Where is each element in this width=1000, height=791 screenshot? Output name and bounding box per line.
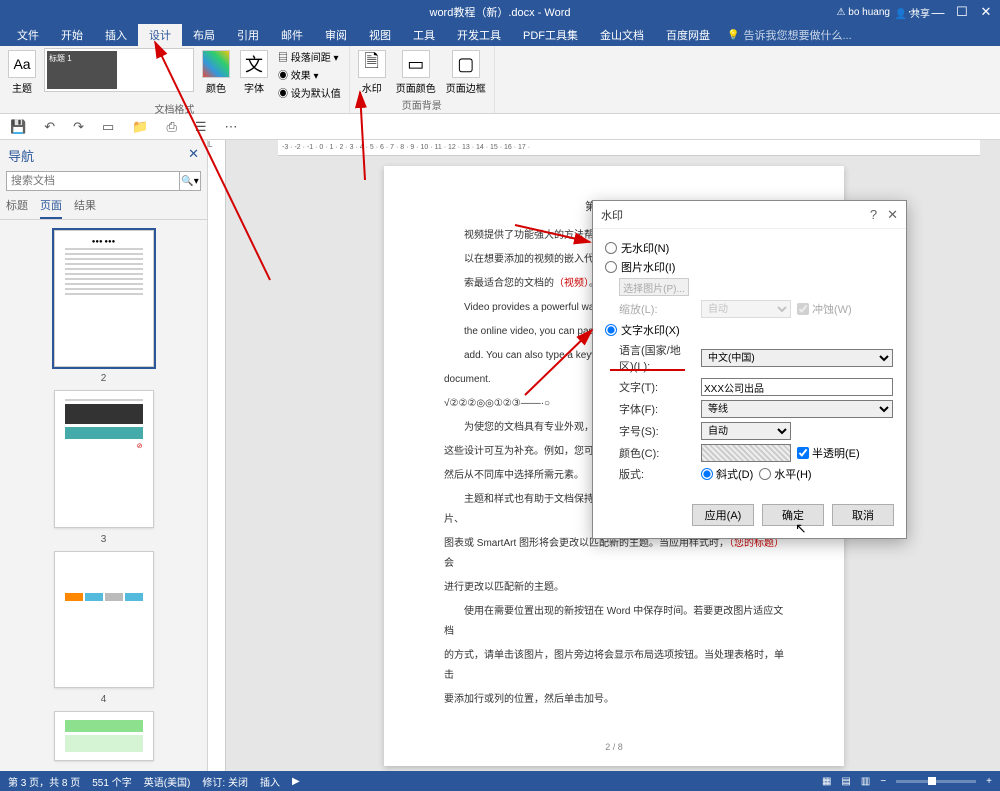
paragraph-spacing-button[interactable]: ▤ 段落间距 ▾ xyxy=(276,48,343,65)
page-color-button[interactable]: ▭ 页面颜色 xyxy=(394,48,438,97)
navigation-pane: 导航 ✕ 🔍▾ 标题 页面 结果 ●●● ●●● 2 ⊘ 3 xyxy=(0,140,208,771)
close-icon[interactable]: ✕ xyxy=(978,4,994,20)
ribbon-tabs: 文件 开始 插入 设计 布局 引用 邮件 审阅 视图 工具 开发工具 PDF工具… xyxy=(0,24,1000,46)
search-icon[interactable]: 🔍▾ xyxy=(179,171,201,191)
washout-checkbox xyxy=(797,303,809,315)
font-select[interactable]: 等线 xyxy=(701,400,893,418)
new-icon[interactable]: ▭ xyxy=(102,119,114,135)
nav-title: 导航 xyxy=(8,146,34,165)
tab-home[interactable]: 开始 xyxy=(50,24,94,46)
apply-button[interactable]: 应用(A) xyxy=(692,504,754,526)
tab-mailings[interactable]: 邮件 xyxy=(270,24,314,46)
page-border-button[interactable]: ▢ 页面边框 xyxy=(444,48,488,97)
minimize-icon[interactable]: — xyxy=(930,5,946,20)
semitransparent-checkbox[interactable] xyxy=(797,447,809,459)
select-picture-button: 选择图片(P)... xyxy=(619,278,689,296)
tab-baidu[interactable]: 百度网盘 xyxy=(655,24,721,46)
watermark-icon: 🗎 xyxy=(358,50,386,78)
save-icon[interactable]: 💾 xyxy=(10,119,26,135)
page-thumbnails: ●●● ●●● 2 ⊘ 3 4 xyxy=(0,220,207,771)
ribbon-options-icon[interactable]: ⋯ xyxy=(906,4,922,20)
page-color-icon: ▭ xyxy=(402,50,430,78)
status-page[interactable]: 第 3 页，共 8 页 xyxy=(8,774,80,789)
status-bar: 第 3 页，共 8 页 551 个字 英语(美国) 修订: 关闭 插入 ▶ ▦ … xyxy=(0,771,1000,791)
touch-icon[interactable]: ☰ xyxy=(195,119,207,135)
zoom-in-icon[interactable]: + xyxy=(986,776,992,787)
diagonal-radio[interactable]: 斜式(D) xyxy=(701,466,753,482)
cursor-icon: ↖ xyxy=(795,520,807,537)
tab-tools[interactable]: 工具 xyxy=(402,24,446,46)
nav-tab-heading[interactable]: 标题 xyxy=(6,197,28,219)
watermark-button[interactable]: 🗎 水印 xyxy=(356,48,388,97)
cancel-button[interactable]: 取消 xyxy=(832,504,894,526)
thumbnail-page[interactable] xyxy=(54,711,154,761)
tab-layout[interactable]: 布局 xyxy=(182,24,226,46)
nav-tab-results[interactable]: 结果 xyxy=(74,197,96,219)
user-name[interactable]: ⚠ bo huang xyxy=(837,7,890,18)
themes-button[interactable]: Aa 主题 xyxy=(6,48,38,97)
style-gallery[interactable]: 标题 1 xyxy=(44,48,194,92)
watermark-dialog: 水印 ? ✕ 无水印(N) 图片水印(I) 选择图片(P)... 缩放(L): … xyxy=(592,200,907,539)
status-macro-icon[interactable]: ▶ xyxy=(292,776,300,787)
ok-button[interactable]: 确定 xyxy=(762,504,824,526)
no-watermark-radio[interactable]: 无水印(N) xyxy=(605,240,894,256)
group-format-label: 文档格式 xyxy=(6,101,343,118)
redo-icon[interactable]: ↷ xyxy=(73,119,84,135)
thumbnail-page[interactable] xyxy=(54,551,154,688)
print-icon[interactable]: ⎙ xyxy=(166,119,176,135)
tab-review[interactable]: 审阅 xyxy=(314,24,358,46)
page-number: 2 / 8 xyxy=(384,738,844,756)
vertical-ruler[interactable]: L xyxy=(208,140,226,771)
dialog-help-icon[interactable]: ? xyxy=(870,207,877,223)
effects-button[interactable]: ◉ 效果 ▾ xyxy=(276,66,343,83)
nav-search-input[interactable] xyxy=(6,171,179,191)
horizontal-ruler[interactable]: -3 · -2 · -1 · 0 · 1 · 2 · 3 · 4 · 5 · 6… xyxy=(278,140,980,156)
tab-kingsoft[interactable]: 金山文档 xyxy=(589,24,655,46)
status-insert[interactable]: 插入 xyxy=(260,774,280,789)
tab-references[interactable]: 引用 xyxy=(226,24,270,46)
set-default-button[interactable]: ◉ 设为默认值 xyxy=(276,84,343,101)
tab-design[interactable]: 设计 xyxy=(138,24,182,46)
view-print-icon[interactable]: ▤ xyxy=(841,776,850,787)
view-web-icon[interactable]: ▥ xyxy=(861,776,870,787)
text-input[interactable] xyxy=(701,378,893,396)
zoom-out-icon[interactable]: − xyxy=(880,776,886,787)
page-border-icon: ▢ xyxy=(452,50,480,78)
open-icon[interactable]: 📁 xyxy=(132,119,148,135)
maximize-icon[interactable]: ☐ xyxy=(954,4,970,20)
thumbnail-page[interactable]: ⊘ xyxy=(54,390,154,527)
nav-tab-pages[interactable]: 页面 xyxy=(40,197,62,219)
tab-file[interactable]: 文件 xyxy=(6,24,50,46)
thumbnail-page[interactable]: ●●● ●●● xyxy=(54,230,154,367)
picture-watermark-radio[interactable]: 图片水印(I) xyxy=(605,259,894,275)
title-bar: word教程（新）.docx - Word ⚠ bo huang 👤 共享 ⋯ … xyxy=(0,0,1000,24)
undo-icon[interactable]: ↶ xyxy=(44,119,55,135)
view-read-icon[interactable]: ▦ xyxy=(822,776,831,787)
more-icon[interactable]: ⋯ xyxy=(225,119,238,135)
scale-select: 自动 xyxy=(701,300,791,318)
dialog-title: 水印 xyxy=(601,207,623,223)
status-words[interactable]: 551 个字 xyxy=(92,774,131,789)
tab-view[interactable]: 视图 xyxy=(358,24,402,46)
tab-developer[interactable]: 开发工具 xyxy=(446,24,512,46)
nav-close-icon[interactable]: ✕ xyxy=(188,146,199,165)
fonts-button[interactable]: 文 字体 xyxy=(238,48,270,97)
tab-insert[interactable]: 插入 xyxy=(94,24,138,46)
color-select[interactable] xyxy=(701,444,791,462)
tell-me-search[interactable]: 告诉我您想要做什么... xyxy=(727,24,1000,46)
dialog-close-icon[interactable]: ✕ xyxy=(887,207,898,223)
status-revise[interactable]: 修订: 关闭 xyxy=(202,774,248,789)
colors-button[interactable]: 颜色 xyxy=(200,48,232,97)
horizontal-radio[interactable]: 水平(H) xyxy=(759,466,811,482)
app-title: word教程（新）.docx - Word xyxy=(430,4,571,20)
size-select[interactable]: 自动 xyxy=(701,422,791,440)
text-watermark-radio[interactable]: 文字水印(X) xyxy=(605,322,894,338)
ribbon-body: Aa 主题 标题 1 颜色 文 字体 ▤ 段落间距 ▾ ◉ 效果 ▾ ◉ 设为默… xyxy=(0,46,1000,114)
group-background-label: 页面背景 xyxy=(356,97,488,114)
zoom-slider[interactable] xyxy=(896,780,976,783)
status-lang[interactable]: 英语(美国) xyxy=(144,774,191,789)
language-select[interactable]: 中文(中国) xyxy=(701,349,893,367)
tab-pdf[interactable]: PDF工具集 xyxy=(512,24,589,46)
